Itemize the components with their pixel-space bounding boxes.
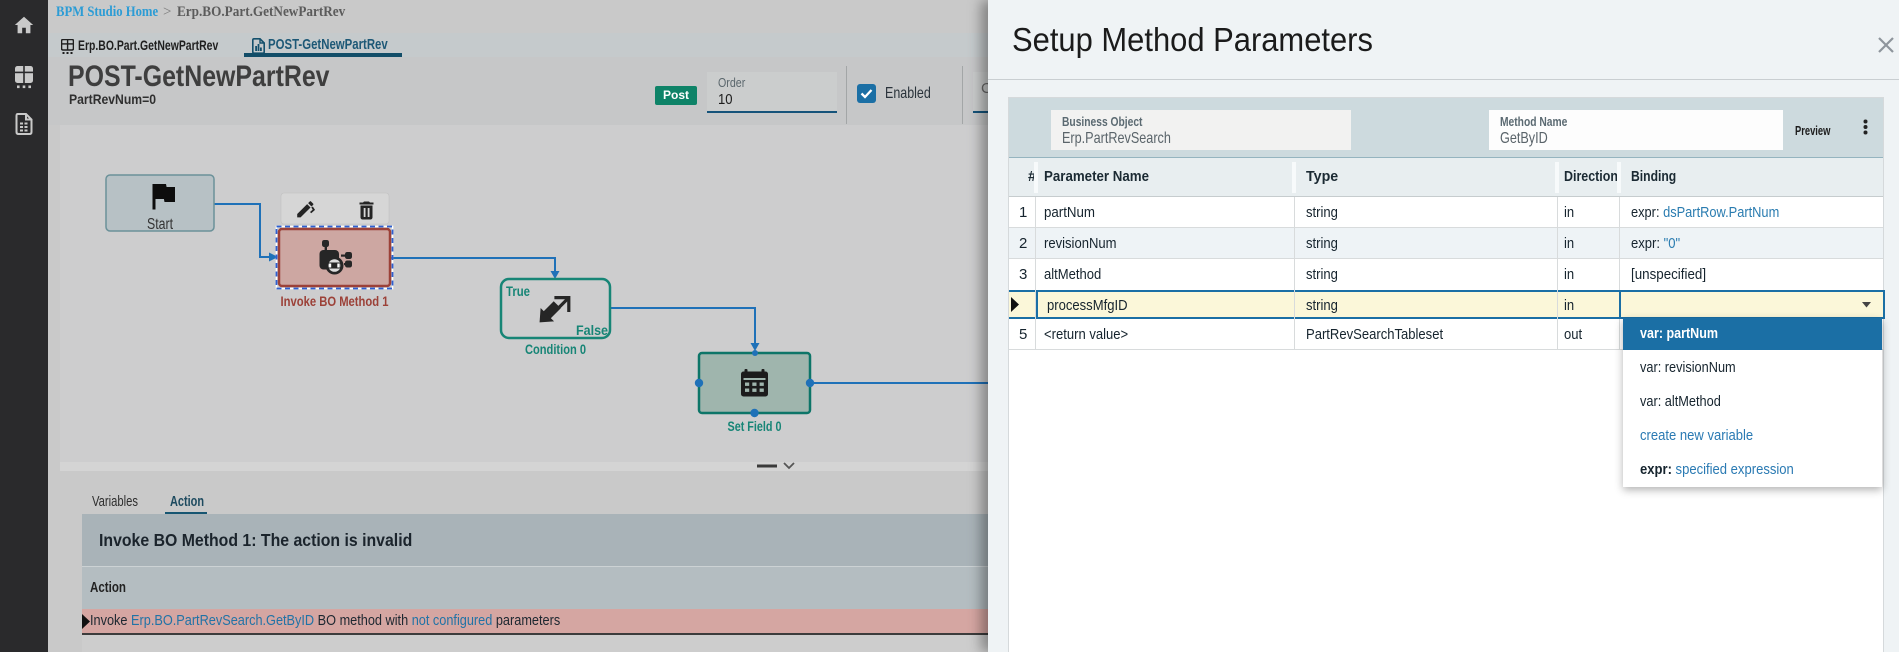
svg-text:True: True — [506, 284, 530, 299]
svg-text:Invoke BO Method 1: Invoke BO Method 1 — [281, 293, 389, 309]
svg-text:Start: Start — [147, 216, 174, 233]
svg-text:Condition 0: Condition 0 — [525, 341, 586, 357]
svg-text:False: False — [576, 323, 608, 338]
svg-text:Set Field 0: Set Field 0 — [728, 418, 782, 434]
